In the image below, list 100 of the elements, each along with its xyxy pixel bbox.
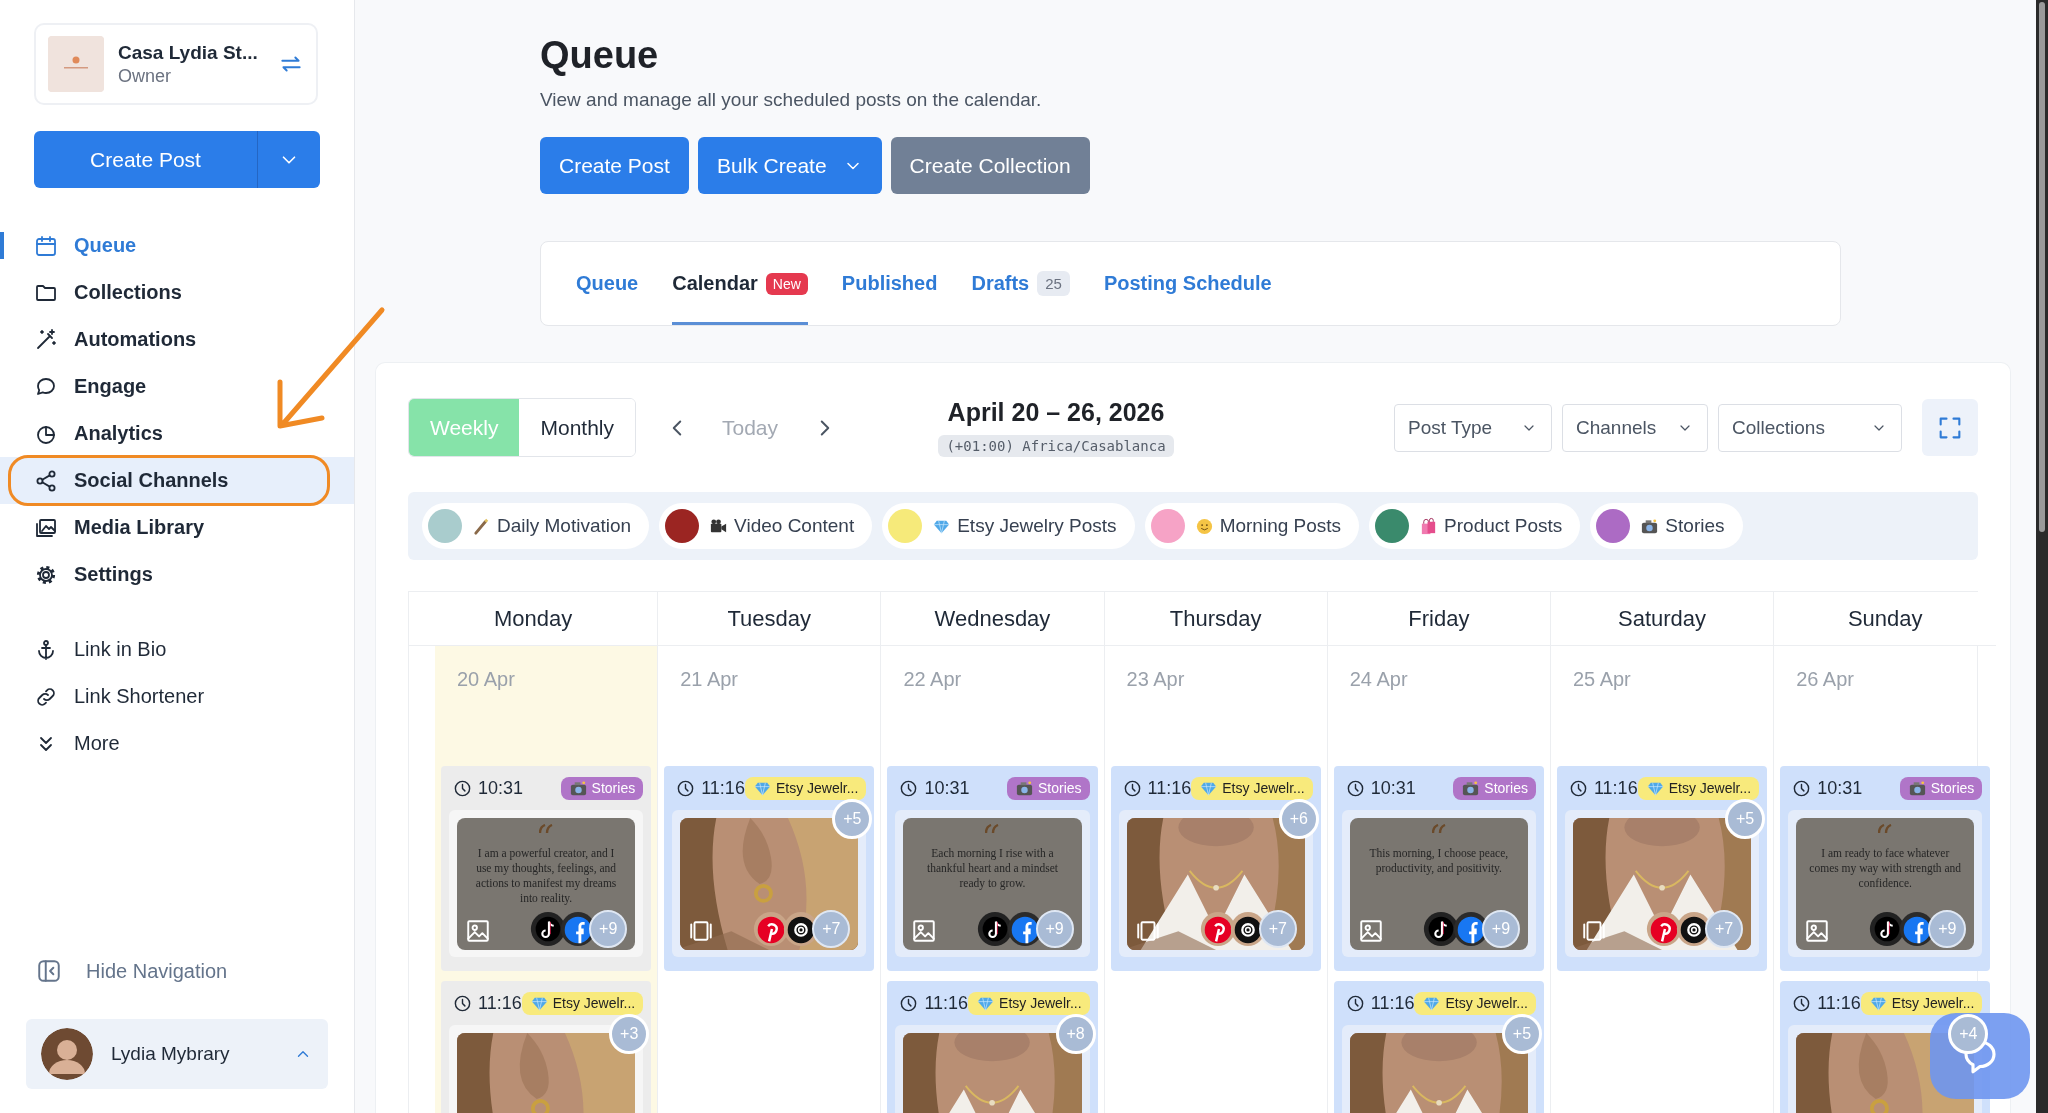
post-card[interactable]: 10:31 Stories I am ready to face whatever comes my way with strength and confidence. +9 <box>1780 766 1991 971</box>
nav-item[interactable]: Automations <box>0 316 354 363</box>
quote-text: Each morning I rise with a thankful heart and a mindset ready to grow. <box>926 846 1059 891</box>
clock-icon <box>453 993 472 1013</box>
hide-navigation-button[interactable]: Hide Navigation <box>0 951 354 991</box>
post-time: 11:16 <box>1788 992 1861 1014</box>
account-name: Casa Lydia St... <box>118 41 259 64</box>
account-role: Owner <box>118 65 172 87</box>
post-card[interactable]: 11:16 Etsy Jewelr... +8 <box>887 981 1098 1113</box>
wand-icon <box>472 516 491 536</box>
collection-chip[interactable]: Stories <box>1590 503 1743 549</box>
collection-chip[interactable]: Etsy Jewelry Posts <box>882 503 1135 549</box>
post-time: 11:16 <box>449 992 522 1014</box>
post-card[interactable]: 10:31 Stories This morning, I choose peace, productivity, and positivity. +9 <box>1333 766 1544 971</box>
share-icon <box>34 468 58 493</box>
create-post-button[interactable]: Create Post <box>34 131 258 188</box>
filter-dropdown[interactable]: Channels <box>1562 403 1708 452</box>
more-count: +9 <box>589 910 628 948</box>
more-count: +9 <box>1035 910 1074 948</box>
clock-icon <box>1122 778 1142 798</box>
filter-dropdown[interactable]: Collections <box>1718 403 1902 452</box>
tab[interactable]: Queue <box>576 242 639 325</box>
nav-item[interactable]: Analytics <box>0 410 354 457</box>
nav-item[interactable]: Queue <box>0 222 354 269</box>
tab[interactable]: Calendar New <box>672 242 808 325</box>
user-name: Lydia Mybrary <box>111 1043 231 1065</box>
tab[interactable]: Published <box>841 242 938 325</box>
post-card[interactable]: 11:16 Etsy Jewelr... +3 <box>441 981 652 1113</box>
clock-icon <box>676 778 696 798</box>
nav-item[interactable]: Settings <box>0 551 354 598</box>
filter-dropdown[interactable]: Post Type <box>1394 403 1552 452</box>
more-count: +6 <box>1278 799 1319 839</box>
fullscreen-button[interactable] <box>1922 399 1978 456</box>
nav-item[interactable]: Link Shortener <box>0 673 354 720</box>
post-time: 10:31 <box>1788 777 1863 799</box>
clock-icon <box>1792 993 1812 1013</box>
post-time: 10:31 <box>449 777 524 799</box>
post-time: 11:16 <box>672 777 745 799</box>
collection-chip[interactable]: Daily Motivation <box>422 503 650 549</box>
calendar-icon <box>34 233 58 258</box>
day-date: 25 Apr <box>1571 667 1632 692</box>
nav-item[interactable]: Media Library <box>0 504 354 551</box>
nav-item[interactable]: Collections <box>0 269 354 316</box>
collection-chip[interactable]: Video Content <box>659 503 873 549</box>
nav-item[interactable]: Social Channels <box>0 457 354 504</box>
post-card[interactable]: 11:16 Etsy Jewelr... +5 +7 <box>1556 766 1768 971</box>
account-card[interactable]: Casa Lydia St... Owner <box>34 23 318 105</box>
collection-tag: Stories <box>1899 776 1983 800</box>
day-date: 24 Apr <box>1348 667 1409 692</box>
scrollbar[interactable] <box>2036 0 2048 1113</box>
post-card[interactable]: 10:31 Stories Each morning I rise with a thankful heart and a mindset ready to grow. +9 <box>887 766 1098 971</box>
post-time: 11:16 <box>895 992 969 1014</box>
nav-item[interactable]: More <box>0 720 354 767</box>
clock-icon <box>899 778 919 798</box>
post-time: 11:16 <box>1564 777 1638 799</box>
post-card[interactable]: 11:16 Etsy Jewelr... +6 +7 <box>1110 766 1321 971</box>
clock-icon <box>453 778 472 798</box>
clock-icon <box>1568 778 1588 798</box>
nav-item[interactable]: Link in Bio <box>0 626 354 673</box>
user-menu[interactable]: Lydia Mybrary <box>26 1019 328 1089</box>
post-time: 11:16 <box>1118 777 1192 799</box>
tab[interactable]: Posting Schedule <box>1103 242 1272 325</box>
more-count: +5 <box>832 799 873 839</box>
camera-icon <box>1640 516 1660 536</box>
day-header: Sunday <box>1774 592 1997 646</box>
collection-tag: Etsy Jewelr... <box>744 776 867 800</box>
camera-icon <box>1461 778 1481 798</box>
collection-tag: Stories <box>1007 776 1090 800</box>
more-count: +3 <box>609 1014 650 1054</box>
collapse-sidebar-icon <box>36 958 62 984</box>
page-title: Queue <box>540 34 660 77</box>
collection-chip[interactable]: Product Posts <box>1369 503 1581 549</box>
quote-text: I am a powerful creator, and I use my thoughts, feelings, and actions to manifest my dreams into reality. <box>474 846 618 906</box>
quote-text: This morning, I choose peace, productivity, and positivity. <box>1368 846 1510 876</box>
camera-icon <box>568 778 588 798</box>
nav-item[interactable]: Engage <box>0 363 354 410</box>
post-time: 10:31 <box>1341 777 1416 799</box>
day-date: 26 Apr <box>1795 667 1855 692</box>
quote-mark-icon <box>985 824 1000 834</box>
collection-tag: Etsy Jewelr... <box>968 991 1090 1015</box>
tab[interactable]: Drafts 25 <box>971 242 1070 325</box>
quote-mark-icon <box>1878 824 1893 834</box>
clock-icon <box>899 993 919 1013</box>
collection-tag: Etsy Jewelr... <box>1414 991 1536 1015</box>
quote-mark-icon <box>539 824 554 834</box>
more-count: +9 <box>1928 910 1967 948</box>
create-post-button[interactable]: Create Post <box>540 137 689 194</box>
more-count: +8 <box>1055 1014 1096 1054</box>
collection-tag: Stories <box>560 776 644 800</box>
clock-icon <box>1345 993 1365 1013</box>
post-card[interactable]: 11:16 Etsy Jewelr... +5 +7 <box>664 766 875 971</box>
day-date: 22 Apr <box>902 667 963 692</box>
more-count: +9 <box>1481 910 1520 948</box>
timezone-label: (+01:00) Africa/Casablanca <box>938 435 1174 457</box>
collection-chip[interactable]: Morning Posts <box>1144 503 1360 549</box>
bulk-create-button[interactable]: Bulk Create <box>697 137 882 194</box>
post-card[interactable]: 11:16 Etsy Jewelr... +5 <box>1333 981 1544 1113</box>
create-collection-button[interactable]: Create Collection <box>890 137 1090 194</box>
post-card[interactable]: 10:31 Stories I am a powerful creator, and I use my thoughts, feelings, and actions to manifest my dreams into reality. +9 <box>441 766 652 971</box>
smiley-icon <box>1194 516 1214 536</box>
